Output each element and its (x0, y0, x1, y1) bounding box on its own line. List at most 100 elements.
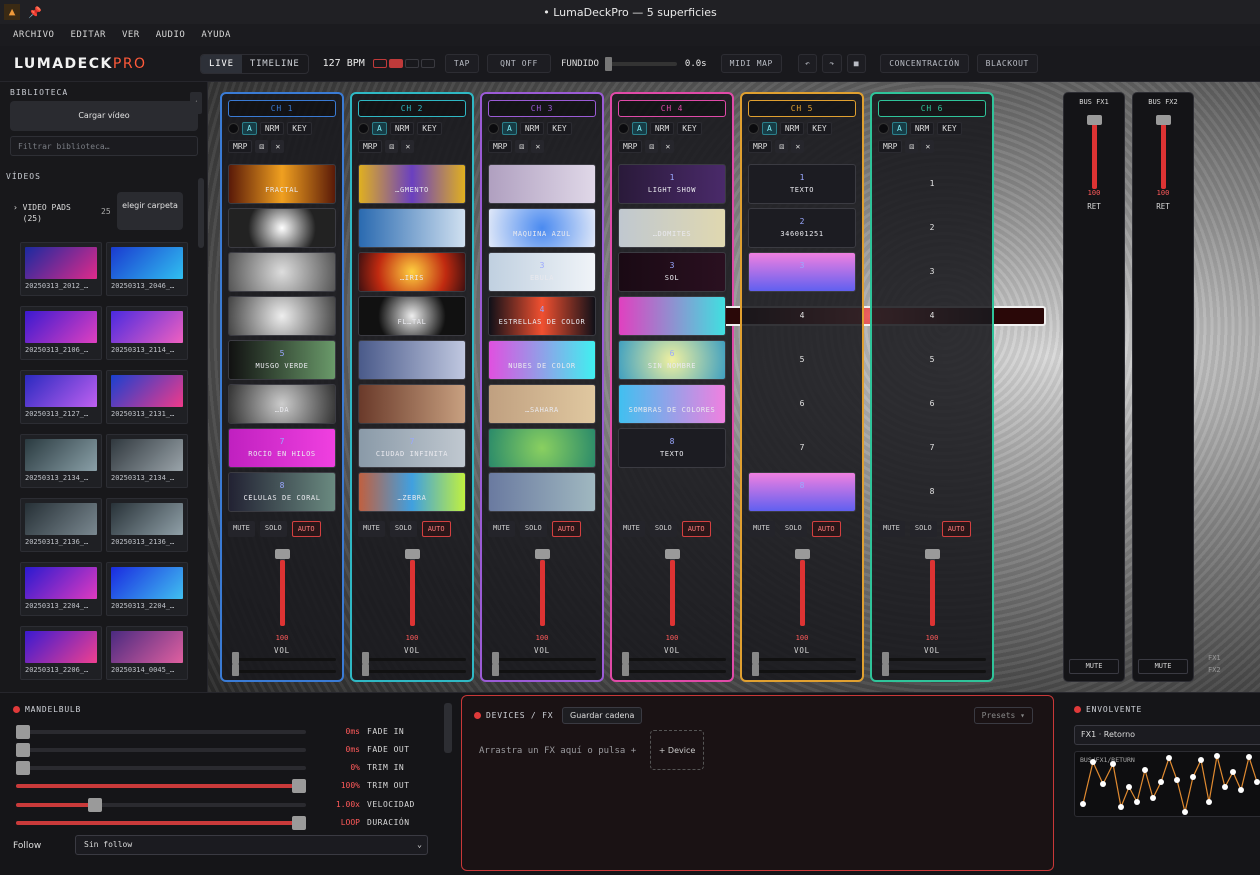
clip-pad[interactable] (228, 252, 336, 292)
clip-pad[interactable]: FL…TAL (358, 296, 466, 336)
fx1-send-knob[interactable] (492, 652, 499, 664)
video-thumbnail[interactable]: 20250314_0045_… (106, 626, 188, 680)
mode-nrm-toggle[interactable]: NRM (779, 122, 805, 135)
fx2-send-knob[interactable] (752, 664, 759, 676)
channel-name[interactable]: CH 5 (748, 100, 856, 117)
mode-nrm-toggle[interactable]: NRM (389, 122, 415, 135)
clip-pad[interactable]: 4 (748, 296, 856, 336)
envelope-point[interactable] (1150, 795, 1156, 801)
dice-icon[interactable]: ⚄ (515, 140, 529, 153)
library-filter-input[interactable]: Filtrar biblioteca… (10, 136, 198, 156)
clip-pad[interactable]: 1 TEXTO (748, 164, 856, 204)
mrp-toggle[interactable]: MRP (228, 140, 253, 153)
solo-button[interactable]: SOLO (519, 521, 547, 537)
panel-scrollbar[interactable] (444, 703, 452, 753)
clip-pad[interactable]: NUBES DE COLOR (488, 340, 596, 380)
clip-pad[interactable]: …DOMITES (618, 208, 726, 248)
clip-pad[interactable]: 5 MUSGO VERDE (228, 340, 336, 380)
video-thumbnail[interactable]: 20250313_2046_… (106, 242, 188, 296)
clip-pad[interactable]: 8 CÉLULAS DE CORAL (228, 472, 336, 512)
channel-name[interactable]: CH 1 (228, 100, 336, 117)
fx1-send-knob[interactable] (362, 652, 369, 664)
volume-fader-knob[interactable] (275, 549, 290, 559)
blackout-button[interactable]: BLACKOUT (976, 54, 1038, 73)
menu-archivo[interactable]: ARCHIVO (13, 30, 54, 40)
channel-active-dot[interactable] (228, 123, 239, 134)
solo-button[interactable]: SOLO (649, 521, 677, 537)
bus-mute-button[interactable]: MUTE (1069, 659, 1119, 674)
channel-active-dot[interactable] (488, 123, 499, 134)
mode-timeline-button[interactable]: TIMELINE (242, 55, 308, 73)
clip-pad[interactable]: …IRIS (358, 252, 466, 292)
mrp-toggle[interactable]: MRP (748, 140, 773, 153)
envelope-point[interactable] (1110, 761, 1116, 767)
mode-a-toggle[interactable]: A (762, 122, 777, 135)
clip-pad[interactable]: 6 (748, 384, 856, 424)
tap-button[interactable]: TAP (444, 54, 480, 73)
channel-active-dot[interactable] (878, 123, 889, 134)
save-chain-button[interactable]: Guardar cadena (562, 707, 643, 724)
clip-pad[interactable]: 8 (748, 472, 856, 512)
fx1-send-slider[interactable] (494, 658, 596, 661)
stop-icon[interactable]: ■ (846, 54, 867, 73)
envelope-point[interactable] (1090, 759, 1096, 765)
mode-nrm-toggle[interactable]: NRM (649, 122, 675, 135)
close-icon[interactable]: ✕ (531, 140, 545, 153)
clip-pad[interactable]: 4 (878, 296, 986, 336)
volume-fader-knob[interactable] (535, 549, 550, 559)
fx2-send-knob[interactable] (622, 664, 629, 676)
mute-button[interactable]: MUTE (228, 521, 255, 537)
fx2-send-slider[interactable] (884, 670, 986, 673)
envelope-point[interactable] (1174, 777, 1180, 783)
mode-key-toggle[interactable]: KEY (417, 122, 442, 135)
envelope-target-select[interactable]: FX1 · Retorno (1074, 725, 1260, 745)
auto-button[interactable]: AUTO (421, 521, 451, 537)
clip-pad[interactable]: FRACTAL (228, 164, 336, 204)
mute-button[interactable]: MUTE (358, 521, 385, 537)
clip-pad[interactable]: 6 (878, 384, 986, 424)
envelope-point[interactable] (1230, 769, 1236, 775)
volume-fader-knob[interactable] (665, 549, 680, 559)
clip-pad[interactable]: 8 TEXTO (618, 428, 726, 468)
param-slider[interactable] (16, 761, 306, 775)
fx1-send-slider[interactable] (364, 658, 466, 661)
fx1-send-knob[interactable] (232, 652, 239, 664)
mode-key-toggle[interactable]: KEY (547, 122, 572, 135)
mode-a-toggle[interactable]: A (242, 122, 257, 135)
video-thumbnail[interactable]: 20250313_2106_… (20, 306, 102, 360)
close-icon[interactable]: ✕ (791, 140, 805, 153)
clip-pad[interactable] (488, 472, 596, 512)
choose-folder-button[interactable]: elegir carpeta (117, 192, 183, 230)
video-thumbnail[interactable]: 20250313_2134_… (20, 434, 102, 488)
clip-pad[interactable]: 2 346001251 (748, 208, 856, 248)
envelope-point[interactable] (1134, 799, 1140, 805)
volume-fader-knob[interactable] (925, 549, 940, 559)
envelope-point[interactable] (1080, 801, 1086, 807)
clip-pad[interactable]: 6 SIN NOMBRE (618, 340, 726, 380)
bus-volume-knob[interactable] (1087, 115, 1102, 125)
clip-pad[interactable]: 4 ESTRELLAS DE COLOR (488, 296, 596, 336)
envelope-point[interactable] (1254, 779, 1260, 785)
clip-pad[interactable] (488, 164, 596, 204)
follow-select[interactable]: Sin follow ⌄ (75, 835, 428, 855)
fx2-send-slider[interactable] (364, 670, 466, 673)
channel-active-dot[interactable] (618, 123, 629, 134)
clip-pad[interactable] (358, 384, 466, 424)
clip-pad[interactable]: 1 (878, 164, 986, 204)
clip-pad[interactable]: 7 CIUDAD INFINITA (358, 428, 466, 468)
envelope-point[interactable] (1166, 755, 1172, 761)
menu-ayuda[interactable]: AYUDA (201, 30, 231, 40)
clip-pad[interactable]: 5 (878, 340, 986, 380)
envelope-curve[interactable] (1075, 752, 1260, 816)
fx2-send-slider[interactable] (494, 670, 596, 673)
video-thumbnail[interactable]: 20250313_2131_… (106, 370, 188, 424)
clip-pad[interactable]: 2 (878, 208, 986, 248)
dice-icon[interactable]: ⚄ (255, 140, 269, 153)
param-slider-knob[interactable] (16, 761, 30, 775)
envelope-point[interactable] (1142, 767, 1148, 773)
quantize-select[interactable]: QNT OFF (487, 54, 551, 73)
fx2-send-knob[interactable] (882, 664, 889, 676)
mute-button[interactable]: MUTE (748, 521, 775, 537)
fx2-send-slider[interactable] (754, 670, 856, 673)
menu-editar[interactable]: EDITAR (70, 30, 106, 40)
